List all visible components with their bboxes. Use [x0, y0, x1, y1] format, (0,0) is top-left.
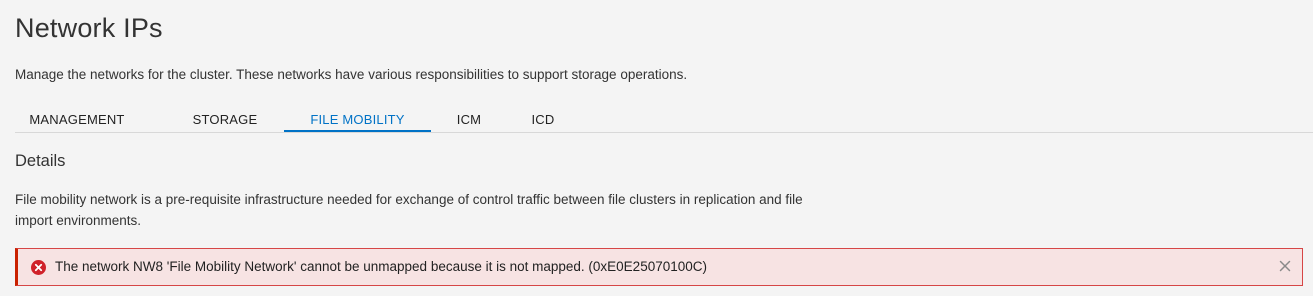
tab-label: FILE MOBILITY [310, 112, 405, 127]
tab-label: STORAGE [192, 112, 258, 127]
page-description: Manage the networks for the cluster. The… [15, 67, 688, 82]
error-circle-icon [31, 260, 46, 275]
page-title: Network IPs [15, 13, 163, 43]
alert-message: The network NW8 'File Mobility Network' … [55, 259, 707, 274]
error-alert: The network NW8 'File Mobility Network' … [15, 248, 1303, 286]
tab-label: ICD [531, 112, 555, 127]
tab-management[interactable]: MANAGEMENT [15, 108, 139, 132]
tab-icd[interactable]: ICD [521, 108, 565, 132]
tab-label: ICM [456, 112, 482, 127]
tab-storage[interactable]: STORAGE [167, 108, 283, 132]
close-icon[interactable] [1278, 259, 1292, 273]
network-tabs: MANAGEMENT STORAGE FILE MOBILITY ICM ICD [15, 108, 1313, 133]
tab-icm[interactable]: ICM [445, 108, 493, 132]
details-heading: Details [15, 152, 66, 170]
tab-label: MANAGEMENT [29, 112, 125, 127]
network-ips-page: Network IPs Manage the networks for the … [0, 0, 1313, 296]
tab-file-mobility[interactable]: FILE MOBILITY [284, 108, 431, 132]
details-text: File mobility network is a pre-requisite… [15, 192, 803, 228]
